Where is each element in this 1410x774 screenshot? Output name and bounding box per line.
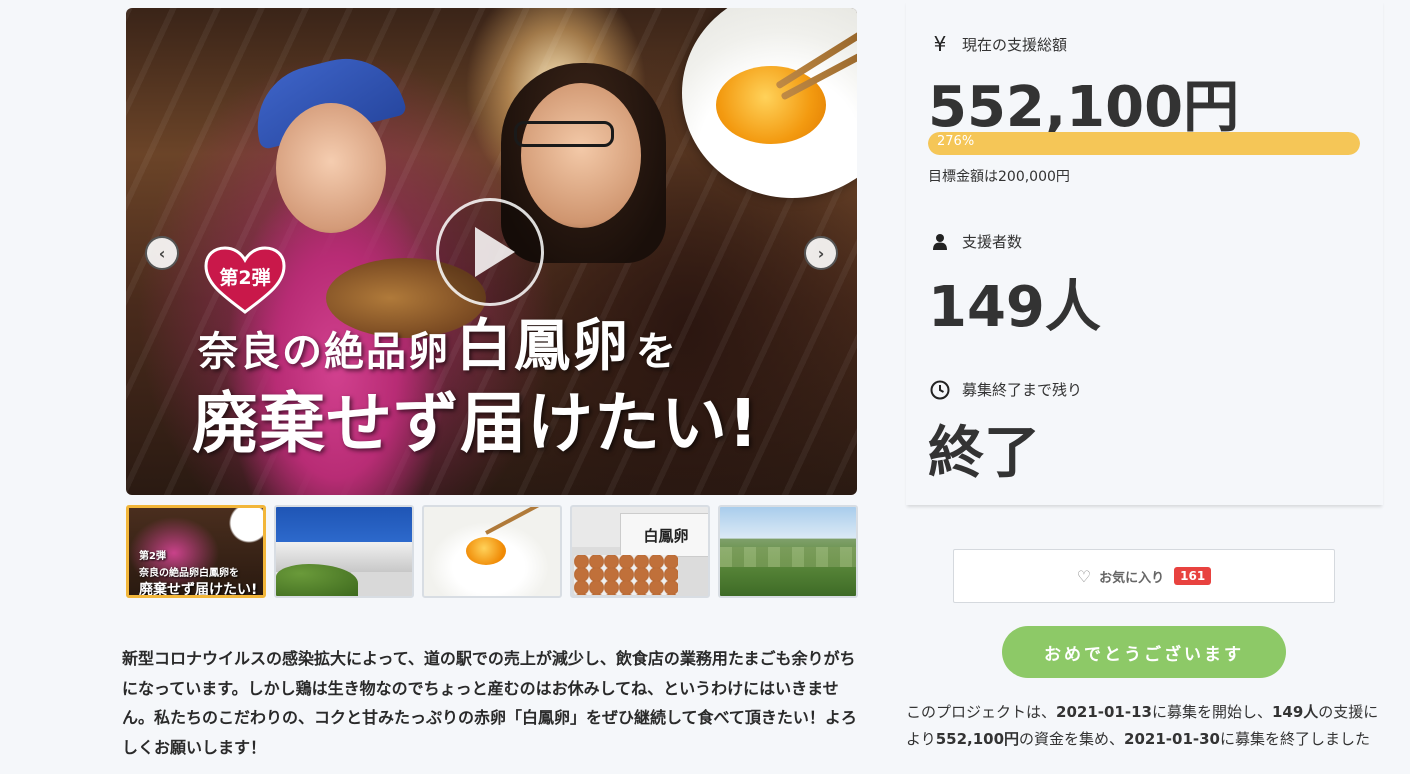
remaining-value: 終了 (928, 421, 1040, 486)
hero-title-part2: を (636, 329, 678, 375)
thumbnail-3-yolk (466, 537, 506, 565)
favorite-button[interactable]: ♡ お気に入り 161 (953, 549, 1335, 603)
hero-face-right (521, 83, 641, 228)
play-icon (475, 227, 515, 277)
hero-badge-text: 第2弾 (219, 267, 271, 289)
hero-glasses (514, 121, 614, 147)
yen-icon: ¥ (933, 32, 947, 56)
thumbnail-2[interactable] (274, 505, 414, 598)
summary-supporters: 149人 (1271, 703, 1319, 721)
user-icon (930, 233, 950, 250)
thumbnail-1-caption: 第2弾 奈良の絶品卵白鳳卵を 廃棄せず届けたい! (139, 548, 258, 598)
thumbnail-strip: 第2弾 奈良の絶品卵白鳳卵を 廃棄せず届けたい! 白鳳卵 (126, 505, 858, 598)
heart-outline-icon: ♡ (1076, 566, 1092, 586)
supporters-label-text: 支援者数 (962, 233, 1023, 251)
summary-text-4: の資金を集め、 (1019, 730, 1125, 748)
favorite-count-badge: 161 (1174, 567, 1212, 585)
summary-start-date: 2021-01-13 (1056, 703, 1152, 721)
thumbnail-1-line1: 奈良の絶品卵白鳳卵を (139, 568, 239, 579)
total-amount-value: 552,100円 (928, 75, 1240, 140)
carousel-prev-button[interactable]: ‹ (145, 236, 179, 270)
total-amount-label-text: 現在の支援総額 (962, 35, 1068, 54)
remaining-label: 募集終了まで残り (930, 379, 1082, 400)
summary-amount: 552,100円 (935, 730, 1020, 748)
chevron-left-icon: ‹ (158, 243, 166, 263)
summary-text-5: に募集を終了しました (1220, 730, 1371, 748)
goal-amount: 目標金額は200,000円 (928, 169, 1070, 185)
thumbnail-4-egg-tray (574, 555, 678, 595)
thumbnail-3-chopstick (485, 507, 558, 535)
thumbnail-1-line2: 廃棄せず届けたい! (139, 582, 258, 598)
thumbnail-1[interactable]: 第2弾 奈良の絶品卵白鳳卵を 廃棄せず届けたい! (126, 505, 266, 598)
project-description: 新型コロナウイルスの感染拡大によって、道の駅での売上が減少し、飲食店の業務用たま… (122, 649, 857, 757)
funding-progress-fill (928, 132, 1360, 155)
hero-title-line2: 廃棄せず届けたい! (192, 385, 760, 462)
congrats-button[interactable]: おめでとうございます (1002, 626, 1286, 678)
summary-end-date: 2021-01-30 (1124, 730, 1220, 748)
thumbnail-4[interactable]: 白鳳卵 (570, 505, 710, 598)
carousel-next-button[interactable]: › (804, 236, 838, 270)
funding-progress-text: 276% (937, 134, 975, 149)
remaining-label-text: 募集終了まで残り (962, 381, 1083, 399)
thumbnail-1-badge: 第2弾 (139, 551, 166, 562)
summary-text-2: に募集を開始し、 (1151, 703, 1272, 721)
thumbnail-4-box: 白鳳卵 (620, 513, 708, 557)
funding-progress-bar: 276% (928, 132, 1360, 155)
supporters-label: 支援者数 (930, 231, 1022, 252)
project-stats-panel: ¥ 現在の支援総額 552,100円 276% 目標金額は200,000円 支援… (906, 0, 1383, 505)
summary-text-1: このプロジェクトは、 (906, 703, 1057, 721)
chevron-right-icon: › (817, 243, 825, 263)
hero-face-left (276, 103, 386, 233)
project-summary: このプロジェクトは、2021-01-13に募集を開始し、149人の支援により55… (906, 699, 1386, 753)
main-project-image[interactable]: ‹ › 第2弾 奈良の絶品卵 白鳳卵 を 廃棄せず届けたい! (126, 8, 857, 495)
supporters-value: 149人 (928, 275, 1101, 340)
thumbnail-3[interactable] (422, 505, 562, 598)
total-amount-label: ¥ 現在の支援総額 (930, 32, 1067, 56)
favorite-label: お気に入り (1099, 570, 1165, 586)
hero-title-part1: 奈良の絶品卵 (198, 329, 450, 375)
thumbnail-5-fields (720, 547, 856, 567)
thumbnail-5[interactable] (718, 505, 858, 598)
clock-icon (930, 380, 950, 400)
video-play-button[interactable] (436, 198, 544, 306)
